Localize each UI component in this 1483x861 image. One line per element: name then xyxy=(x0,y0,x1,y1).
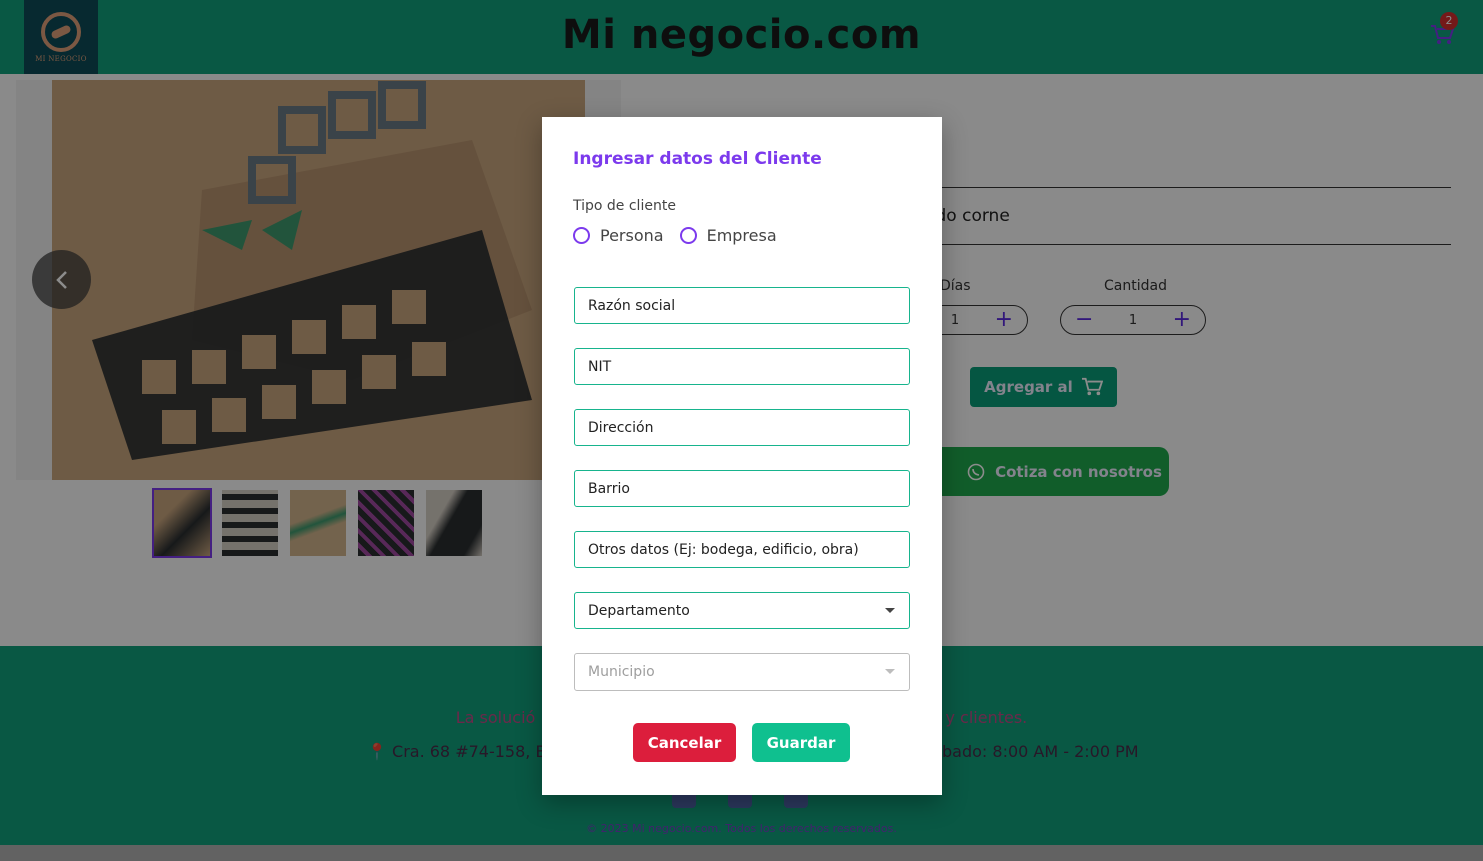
municipality-select[interactable]: Municipio xyxy=(574,653,910,691)
save-button[interactable]: Guardar xyxy=(752,723,850,762)
client-type-radio-group: Persona Empresa xyxy=(573,226,793,245)
radio-button[interactable] xyxy=(573,227,590,244)
dropdown-arrow-icon xyxy=(885,669,895,674)
client-type-label: Tipo de cliente xyxy=(573,198,676,214)
radio-button[interactable] xyxy=(679,227,697,244)
radio-label: Persona xyxy=(600,226,664,245)
address-placeholder: Dirección xyxy=(588,419,654,436)
modal-title: Ingresar datos del Cliente xyxy=(573,149,822,169)
department-value: Departamento xyxy=(588,602,690,619)
nit-field[interactable]: NIT xyxy=(574,348,910,385)
radio-option-persona[interactable]: Persona xyxy=(573,226,664,245)
cancel-button[interactable]: Cancelar xyxy=(633,723,736,762)
business-name-field[interactable]: Razón social xyxy=(574,287,910,324)
nit-placeholder: NIT xyxy=(588,358,612,375)
radio-option-empresa[interactable]: Empresa xyxy=(679,226,777,245)
business-name-placeholder: Razón social xyxy=(588,297,676,314)
address-field[interactable]: Dirección xyxy=(574,409,910,446)
municipality-value: Municipio xyxy=(588,664,655,680)
client-data-modal: Ingresar datos del Cliente Tipo de clien… xyxy=(542,117,942,795)
other-data-field[interactable]: Otros datos (Ej: bodega, edificio, obra) xyxy=(574,531,910,568)
radio-label: Empresa xyxy=(706,226,777,245)
neighborhood-field[interactable]: Barrio xyxy=(574,470,910,507)
other-data-placeholder: Otros datos (Ej: bodega, edificio, obra) xyxy=(588,541,859,558)
department-select[interactable]: Departamento xyxy=(574,592,910,629)
dropdown-arrow-icon xyxy=(885,608,895,613)
neighborhood-placeholder: Barrio xyxy=(588,480,630,497)
